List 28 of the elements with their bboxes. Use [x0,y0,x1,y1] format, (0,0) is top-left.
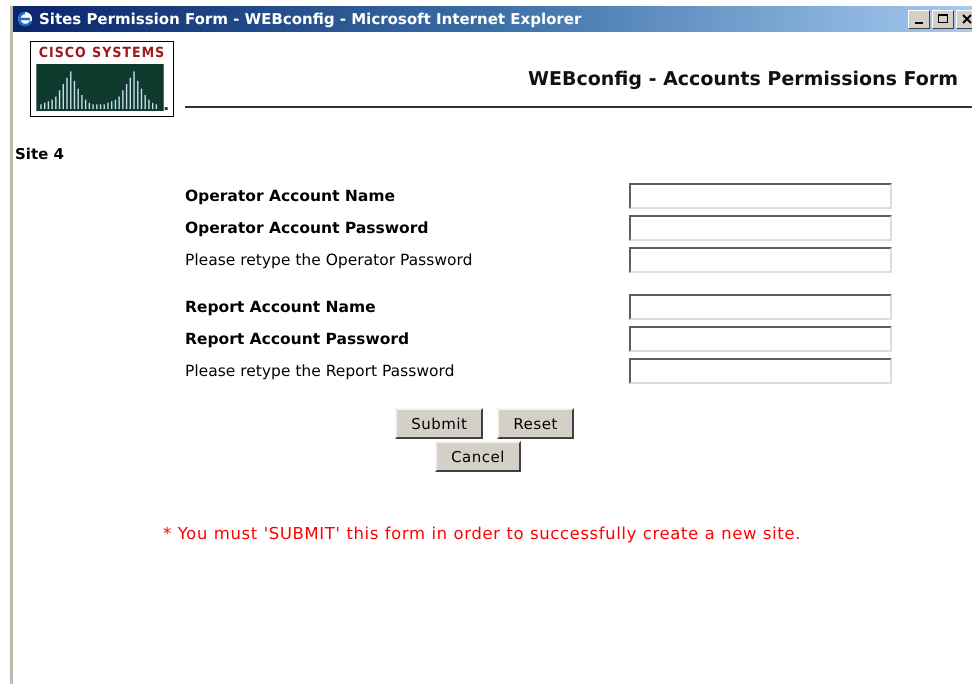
input-field[interactable] [629,294,892,320]
logo-text: CISCO SYSTEMS [38,45,166,61]
submit-notice: * You must 'SUBMIT' this form in order to successfully create a new site. [163,524,802,543]
input-field[interactable] [629,358,892,384]
field-label: Operator Account Name [185,187,396,205]
input-field[interactable] [629,326,892,352]
input-field[interactable] [629,215,892,241]
minimize-icon [915,22,923,24]
field-label: Report Account Password [185,330,410,348]
field-label: Operator Account Password [185,219,430,237]
input-field[interactable] [629,183,892,209]
maximize-icon [938,14,948,24]
page-title: WEBconfig - Accounts Permissions Form [528,68,959,92]
form-button[interactable]: Cancel [435,441,521,472]
close-button[interactable] [956,10,972,28]
minimize-button[interactable] [908,10,930,28]
field-label: Report Account Name [185,298,377,316]
field-label: Please retype the Operator Password [185,251,474,269]
maximize-button[interactable] [932,10,954,28]
site-heading: Site 4 [15,145,64,163]
form-button[interactable]: Reset [497,408,574,439]
browser-icon [16,10,34,28]
field-label: Please retype the Report Password [185,362,456,380]
form-button[interactable]: Submit [395,408,484,439]
input-field[interactable] [629,247,892,273]
close-icon [962,14,972,24]
bridge-bars-icon [35,64,169,113]
window-title: Sites Permission Form - WEBconfig - Microsoft Internet Explorer [39,10,582,28]
